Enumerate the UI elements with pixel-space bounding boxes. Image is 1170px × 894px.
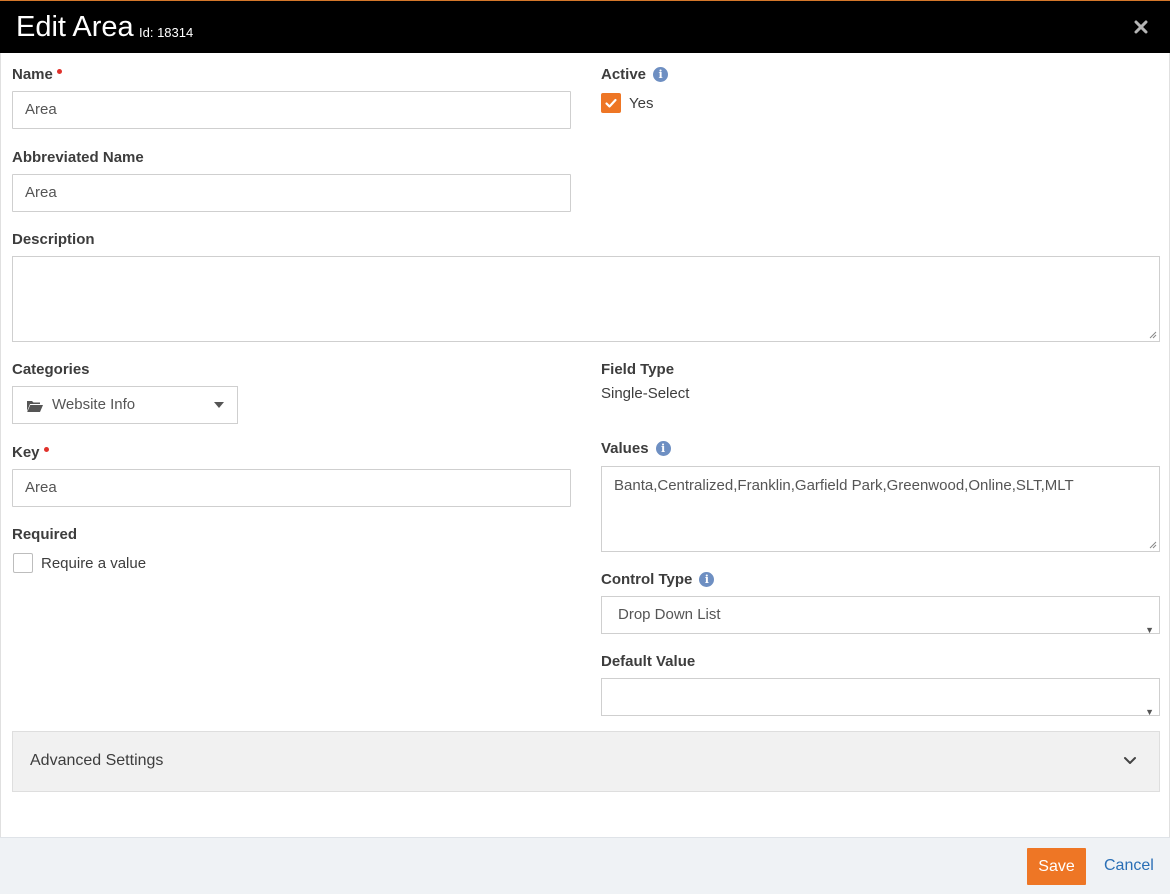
categories-picker[interactable]: Website Info <box>12 386 238 424</box>
control-type-label-text: Control Type <box>601 571 693 588</box>
control-type-label: Control Type i <box>601 571 715 589</box>
control-type-value: Drop Down List <box>618 606 721 623</box>
modal-title: Edit Area <box>16 11 134 43</box>
require-value-checkbox[interactable] <box>13 553 33 573</box>
chevron-down-icon[interactable] <box>1123 756 1137 766</box>
control-type-select[interactable]: Drop Down List ▼ <box>601 596 1160 635</box>
values-label-text: Values <box>601 440 649 457</box>
info-icon[interactable]: i <box>653 67 669 82</box>
name-label: Name <box>12 66 62 84</box>
check-icon <box>605 98 617 108</box>
values-textarea[interactable]: Banta,Centralized,Franklin,Garfield Park… <box>601 466 1160 552</box>
advanced-settings-panel[interactable]: Advanced Settings <box>12 731 1160 792</box>
required-indicator <box>43 447 49 452</box>
key-input[interactable]: Area <box>12 469 571 507</box>
values-value: Banta,Centralized,Franklin,Garfield Park… <box>614 477 1074 494</box>
field-type-label: Field Type <box>601 361 675 378</box>
resize-handle-icon[interactable] <box>1149 541 1157 549</box>
active-label: Active i <box>601 66 669 84</box>
field-type-value: Single-Select <box>601 385 690 402</box>
description-textarea[interactable] <box>12 256 1160 342</box>
required-label: Required <box>12 526 78 543</box>
default-value-label: Default Value <box>601 653 696 670</box>
name-input[interactable]: Area <box>12 91 571 129</box>
save-button[interactable]: Save <box>1027 848 1086 885</box>
info-icon[interactable]: i <box>699 572 715 587</box>
caret-down-icon: ▼ <box>1145 625 1154 635</box>
name-label-text: Name <box>12 66 53 83</box>
default-value-select[interactable]: ▼ <box>601 678 1160 717</box>
values-label: Values i <box>601 440 671 458</box>
folder-open-icon <box>27 401 43 412</box>
caret-down-icon: ▼ <box>1145 707 1154 717</box>
modal-header: Edit Area Id: 18314 <box>0 0 1170 53</box>
require-value-label[interactable]: Require a value <box>41 555 146 573</box>
caret-down-icon <box>214 402 224 408</box>
cancel-button[interactable]: Cancel <box>1104 857 1154 875</box>
active-label-text: Active <box>601 66 647 83</box>
info-icon[interactable]: i <box>655 441 671 456</box>
key-label: Key <box>12 444 49 462</box>
resize-handle-icon[interactable] <box>1149 331 1157 339</box>
categories-label: Categories <box>12 361 90 378</box>
abbreviated-name-label: Abbreviated Name <box>12 149 144 166</box>
modal-footer: Save Cancel <box>0 837 1170 894</box>
required-indicator <box>56 69 62 74</box>
entity-id: Id: 18314 <box>139 25 194 40</box>
modal-body <box>0 53 1170 837</box>
abbreviated-name-input[interactable]: Area <box>12 174 571 212</box>
close-icon[interactable] <box>1130 16 1152 38</box>
active-checkbox-label[interactable]: Yes <box>629 95 653 113</box>
advanced-settings-label: Advanced Settings <box>30 752 164 769</box>
categories-value: Website Info <box>52 396 136 413</box>
active-checkbox[interactable] <box>601 93 621 113</box>
key-label-text: Key <box>12 444 40 461</box>
description-label: Description <box>12 231 95 248</box>
